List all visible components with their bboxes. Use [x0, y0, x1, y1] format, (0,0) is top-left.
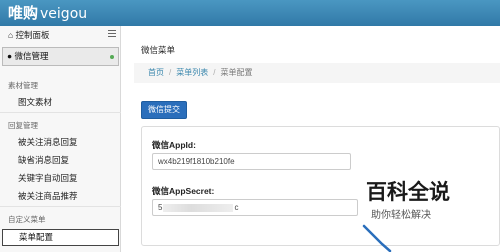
- sidebar-item-default-reply[interactable]: 缺省消息回复: [18, 154, 69, 166]
- appid-input[interactable]: wx4b219f1810b210fe: [152, 153, 351, 170]
- breadcrumb: 首页 / 菜单列表 / 菜单配置: [134, 63, 500, 83]
- home-icon: ⌂: [8, 30, 14, 40]
- wechat-submit-button[interactable]: 微信提交: [141, 101, 187, 119]
- breadcrumb-separator: /: [213, 68, 216, 77]
- sidebar-section-label: 微信管理: [14, 51, 49, 61]
- page-title: 微信菜单: [141, 45, 176, 55]
- sidebar-divider: [0, 206, 121, 207]
- brand-logo[interactable]: 唯购 veigou: [8, 3, 87, 24]
- breadcrumb-current: 菜单配置: [220, 68, 253, 77]
- sidebar-section-wechat[interactable]: ● 微信管理: [2, 47, 119, 66]
- appsecret-value-suffix: c: [234, 203, 239, 212]
- top-navbar: 唯购 veigou: [0, 0, 500, 26]
- sidebar-collapse-icon[interactable]: [108, 30, 116, 38]
- appid-label: 微信AppId:: [152, 140, 196, 150]
- sidebar-group-title: 素材管理: [8, 81, 38, 90]
- status-dot-icon: [110, 55, 114, 59]
- sidebar-item-follow-reply[interactable]: 被关注消息回复: [18, 136, 78, 148]
- appsecret-input[interactable]: 5c: [152, 199, 358, 216]
- sidebar-item-product-recommend[interactable]: 被关注商品推荐: [18, 190, 78, 202]
- sidebar-item-dashboard[interactable]: ⌂ 控制面板: [0, 26, 121, 44]
- breadcrumb-home-link[interactable]: 首页: [148, 68, 164, 77]
- sidebar: ⌂ 控制面板 ● 微信管理 素材管理 图文素材 回复管理 被关注消息回复 缺省消…: [0, 26, 121, 252]
- sidebar-item-label: 控制面板: [15, 30, 50, 40]
- sidebar-group-title: 回复管理: [8, 121, 38, 130]
- appsecret-value-prefix: 5: [158, 203, 163, 212]
- brand-name-cn: 唯购: [8, 4, 39, 22]
- appsecret-label: 微信AppSecret:: [152, 186, 215, 196]
- redacted-mask: [163, 203, 234, 212]
- watermark-title: 百科全说: [366, 180, 450, 204]
- sidebar-item-keyword-reply[interactable]: 关键字自动回复: [18, 172, 78, 184]
- watermark-subtitle: 助你轻松解决: [371, 210, 431, 221]
- brand-name-en: veigou: [40, 6, 88, 22]
- sidebar-group-title: 自定义菜单: [8, 215, 46, 224]
- sidebar-item-menu-config[interactable]: 菜单配置: [2, 229, 119, 246]
- sidebar-divider: [0, 112, 121, 113]
- watermark-brush-icon: [362, 224, 392, 252]
- sidebar-item-news-material[interactable]: 图文素材: [18, 96, 52, 108]
- breadcrumb-separator: /: [169, 68, 172, 77]
- breadcrumb-menu-list-link[interactable]: 菜单列表: [176, 68, 208, 77]
- chat-bubble-icon: ●: [7, 51, 13, 61]
